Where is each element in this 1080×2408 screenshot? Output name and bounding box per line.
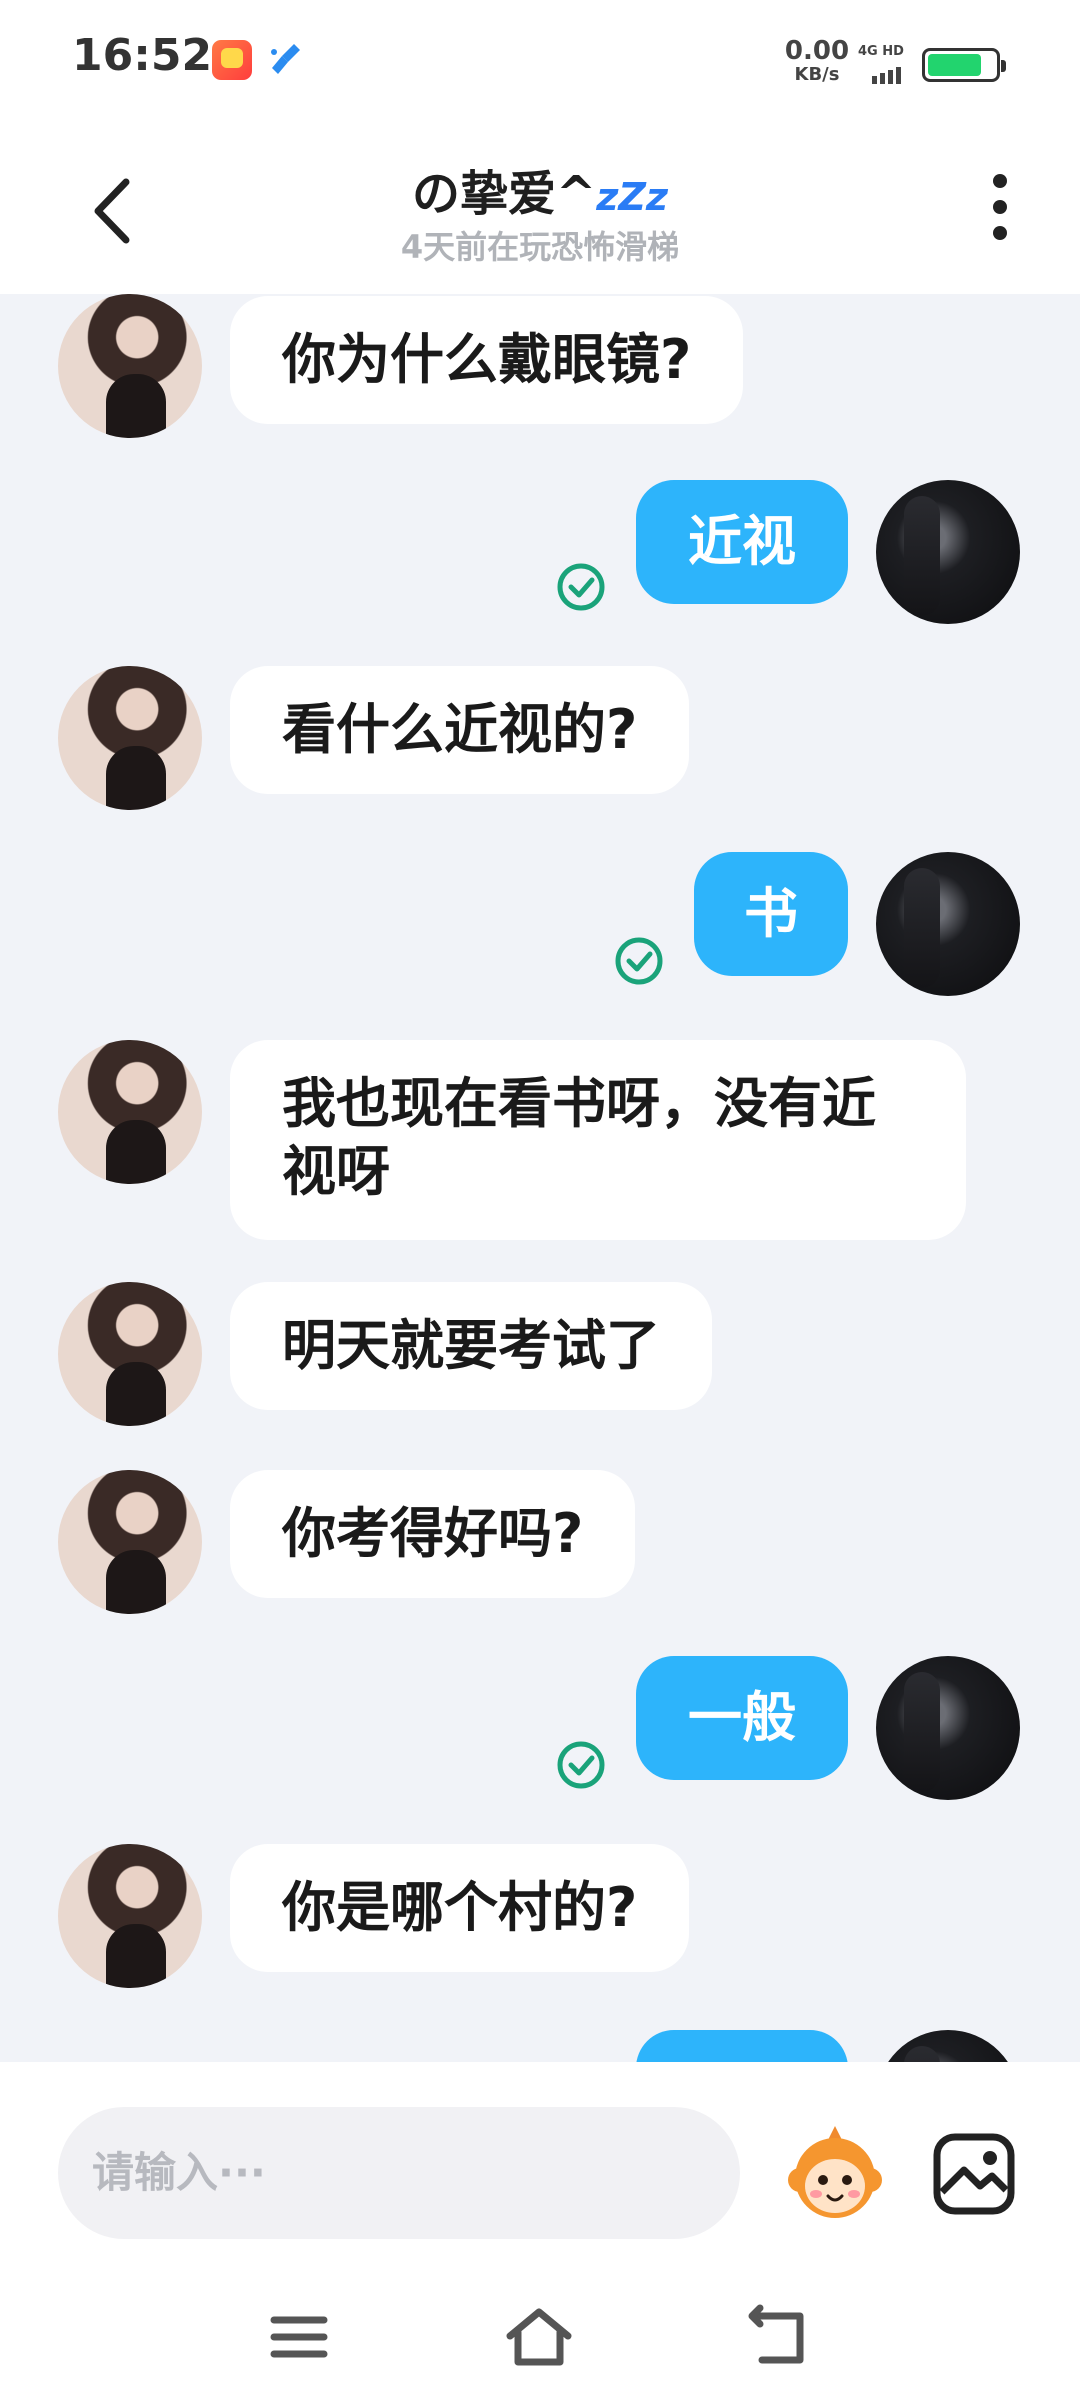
system-nav-bar (0, 2262, 1080, 2408)
incoming-message[interactable]: 我也现在看书呀，没有近视呀 (230, 1040, 966, 1240)
my-avatar[interactable] (876, 852, 1020, 996)
contact-avatar[interactable] (58, 1844, 202, 1988)
sleep-zzz-icon: zZz (596, 175, 669, 219)
outgoing-message-partial[interactable] (636, 2030, 848, 2062)
recent-apps-button[interactable] (264, 2302, 334, 2372)
outgoing-message[interactable]: 近视 (636, 480, 848, 604)
home-icon (506, 2308, 572, 2366)
cleaner-broom-icon (266, 40, 306, 80)
read-check-icon (557, 563, 605, 611)
my-avatar[interactable] (876, 1656, 1020, 1800)
chat-message-list[interactable]: 你为什么戴眼镜? 近视 看什么近视的? 书 我也现在看书呀，没有近视呀 明天就要… (0, 294, 1080, 2062)
app-notification-icon (212, 40, 252, 80)
chat-header: の挚爱^zZz 4天前在玩恐怖滑梯 (0, 126, 1080, 294)
menu-icon (270, 2316, 328, 2358)
my-avatar[interactable] (876, 480, 1020, 624)
more-vertical-icon (980, 174, 1020, 240)
network-speed-unit: KB/s (794, 64, 840, 85)
contact-status: 4天前在玩恐怖滑梯 (400, 228, 680, 266)
back-arrow-icon (748, 2304, 804, 2364)
back-nav-button[interactable] (742, 2302, 812, 2372)
more-options-button[interactable] (980, 174, 1020, 254)
contact-avatar[interactable] (58, 1470, 202, 1614)
outgoing-message[interactable]: 书 (694, 852, 848, 976)
contact-avatar[interactable] (58, 666, 202, 810)
emoji-button[interactable] (780, 2118, 890, 2228)
incoming-message[interactable]: 你考得好吗? (230, 1470, 636, 1598)
status-bar: 16:52 0.00 KB/s 4G HD (0, 0, 1080, 126)
incoming-message[interactable]: 你是哪个村的? (230, 1844, 690, 1972)
page-title: の挚爱^zZz (0, 154, 1080, 224)
status-time: 16:52 (72, 30, 213, 81)
contact-avatar[interactable] (58, 1040, 202, 1184)
signal-icon: 4G HD (858, 44, 908, 84)
battery-icon (922, 48, 1006, 82)
battery-level (928, 54, 981, 76)
contact-name: の挚爱^ (411, 166, 597, 222)
contact-avatar[interactable] (58, 1282, 202, 1426)
read-check-icon (557, 1741, 605, 1789)
network-speed: 0.00 KB/s (782, 38, 852, 84)
message-input-bar: 请输入··· (0, 2062, 1080, 2262)
network-speed-value: 0.00 (784, 36, 850, 66)
my-avatar[interactable] (876, 2030, 1020, 2062)
monkey-emoji-icon (788, 2126, 882, 2218)
image-icon (933, 2133, 1015, 2215)
incoming-message[interactable]: 你为什么戴眼镜? (230, 296, 744, 424)
contact-avatar[interactable] (58, 294, 202, 438)
read-check-icon (615, 937, 663, 985)
image-picker-button[interactable] (932, 2132, 1016, 2216)
network-type: 4G HD (858, 44, 904, 59)
outgoing-message[interactable]: 一般 (636, 1656, 848, 1780)
home-button[interactable] (504, 2302, 574, 2372)
incoming-message[interactable]: 明天就要考试了 (230, 1282, 712, 1410)
message-input[interactable]: 请输入··· (58, 2107, 740, 2239)
incoming-message[interactable]: 看什么近视的? (230, 666, 690, 794)
